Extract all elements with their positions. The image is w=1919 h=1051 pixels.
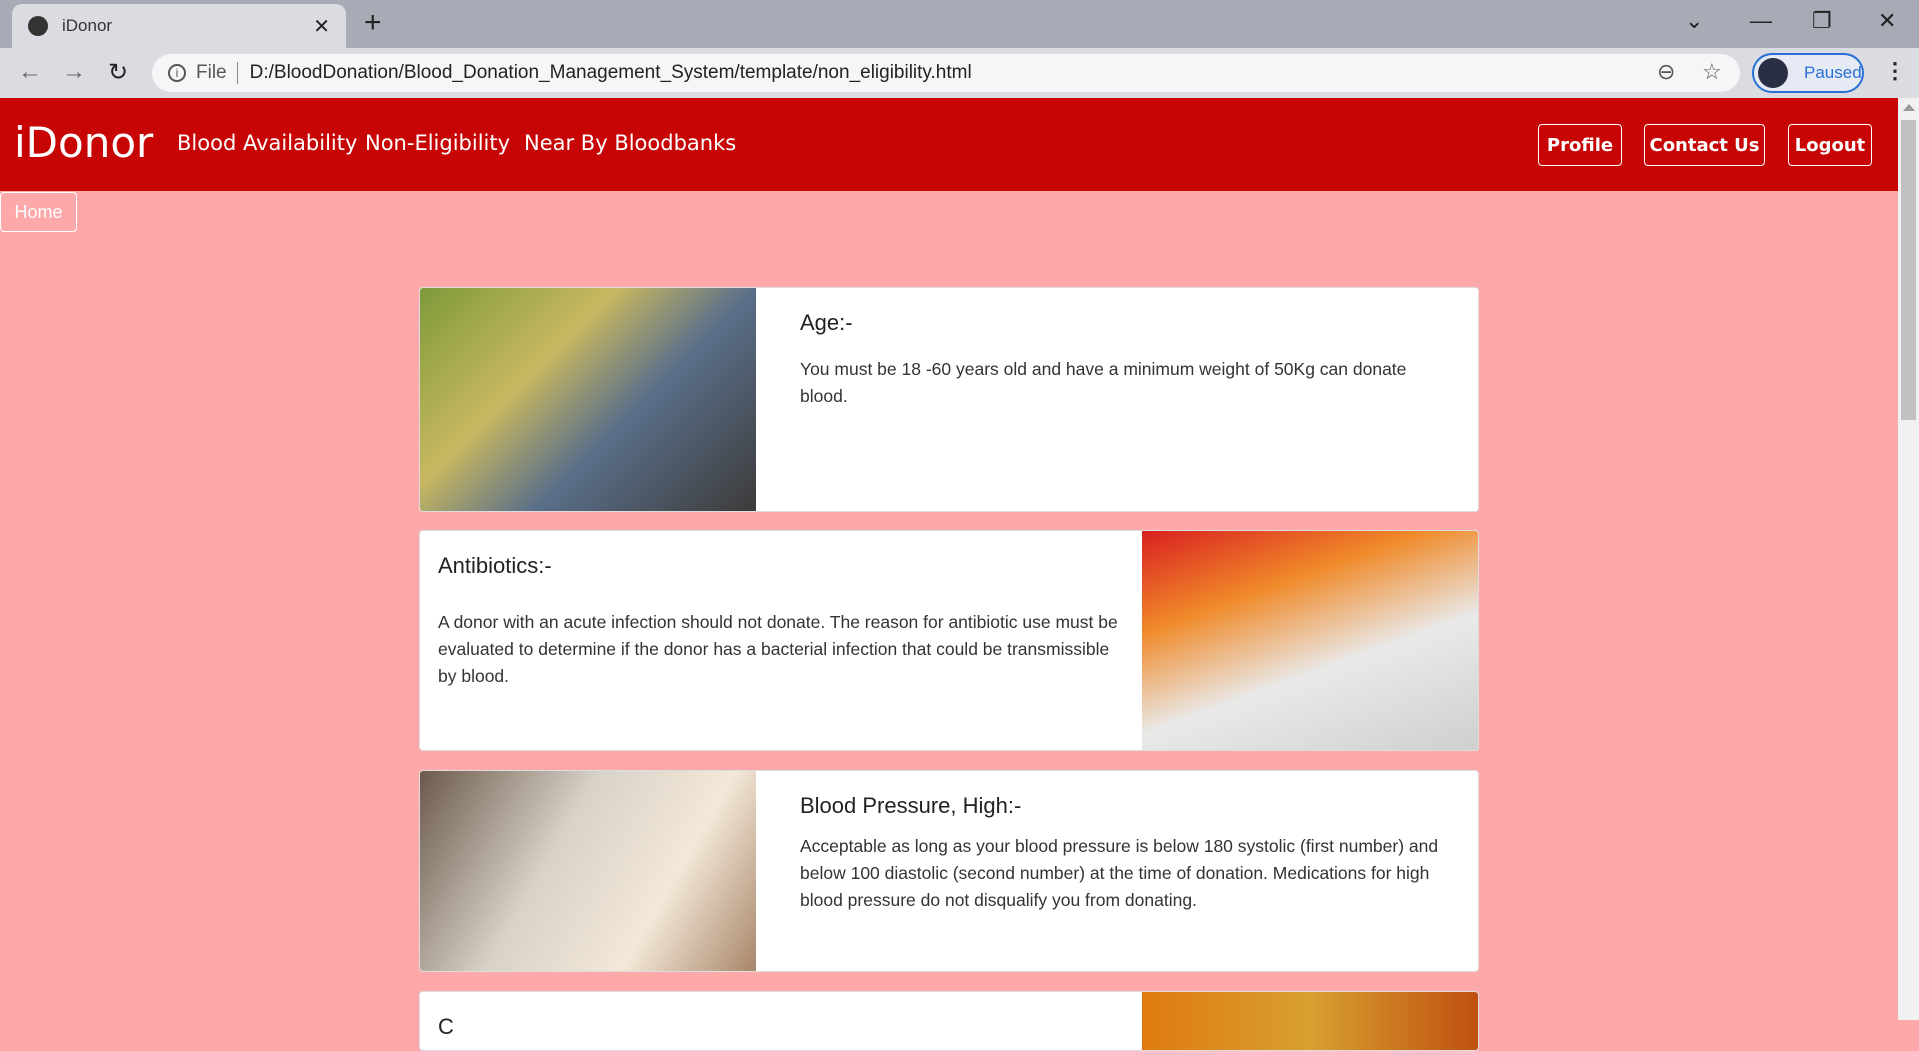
tab-search-icon[interactable]: ⌄ xyxy=(1685,8,1703,34)
card-age: Age:- You must be 18 -60 years old and h… xyxy=(419,287,1479,512)
browser-tab[interactable]: iDonor ✕ xyxy=(12,4,346,48)
card-partial: C xyxy=(419,991,1479,1051)
tab-title: iDonor xyxy=(62,16,113,35)
card-title: Antibiotics:- xyxy=(438,553,552,578)
reload-icon[interactable]: ↻ xyxy=(108,58,128,87)
close-tab-icon[interactable]: ✕ xyxy=(313,14,330,39)
logout-button[interactable]: Logout xyxy=(1788,124,1872,166)
star-icon[interactable]: ☆ xyxy=(1702,59,1722,85)
scrollbar-thumb[interactable] xyxy=(1901,120,1916,420)
new-tab-icon[interactable]: + xyxy=(364,6,382,40)
card-blood-pressure: Blood Pressure, High:- Acceptable as lon… xyxy=(419,770,1479,972)
blood-pressure-image xyxy=(420,771,756,971)
contact-us-button[interactable]: Contact Us xyxy=(1644,124,1765,166)
card-text: Acceptable as long as your blood pressur… xyxy=(800,836,1439,910)
scroll-up-icon[interactable] xyxy=(1903,104,1915,111)
card-title: Blood Pressure, High:- xyxy=(800,793,1022,818)
tab-bar: iDonor ✕ + ⌄ — ❐ ✕ xyxy=(0,0,1919,48)
profile-button[interactable]: Paused xyxy=(1752,53,1864,93)
url-text[interactable]: D:/BloodDonation/Blood_Donation_Manageme… xyxy=(250,62,972,84)
card-text: A donor with an acute infection should n… xyxy=(438,612,1118,686)
forward-icon[interactable]: → xyxy=(62,58,86,86)
address-bar[interactable]: i File D:/BloodDonation/Blood_Donation_M… xyxy=(152,54,1740,92)
file-label: File xyxy=(196,62,238,84)
age-image xyxy=(420,288,756,511)
profile-button-nav[interactable]: Profile xyxy=(1538,124,1622,166)
globe-icon xyxy=(28,16,48,36)
menu-icon[interactable]: ⋮ xyxy=(1884,58,1906,84)
home-button[interactable]: Home xyxy=(0,192,77,232)
minimize-icon[interactable]: — xyxy=(1750,8,1772,34)
antibiotics-image xyxy=(1142,531,1478,750)
site-navbar: iDonor Blood Availability Non-Eligibilit… xyxy=(0,98,1898,191)
brand-logo[interactable]: iDonor xyxy=(14,118,153,167)
card-title: C xyxy=(438,1014,454,1039)
scrollbar[interactable] xyxy=(1898,98,1919,1020)
restore-icon[interactable]: ❐ xyxy=(1812,8,1832,34)
card-antibiotics: Antibiotics:- A donor with an acute infe… xyxy=(419,530,1479,751)
window-close-icon[interactable]: ✕ xyxy=(1878,8,1896,34)
nav-non-eligibility[interactable]: Non-Eligibility xyxy=(365,131,510,155)
zoom-icon[interactable]: ⊖ xyxy=(1657,59,1675,85)
browser-toolbar: ← → ↻ i File D:/BloodDonation/Blood_Dona… xyxy=(0,48,1919,98)
back-icon[interactable]: ← xyxy=(18,58,42,86)
cells-image xyxy=(1142,992,1478,1050)
card-title: Age:- xyxy=(800,310,853,335)
avatar xyxy=(1758,58,1788,88)
nav-blood-availability[interactable]: Blood Availability xyxy=(177,131,357,155)
info-icon[interactable]: i xyxy=(168,64,186,82)
profile-status: Paused xyxy=(1804,63,1862,82)
nav-near-by-bloodbanks[interactable]: Near By Bloodbanks xyxy=(524,131,736,155)
card-text: You must be 18 -60 years old and have a … xyxy=(800,359,1407,406)
